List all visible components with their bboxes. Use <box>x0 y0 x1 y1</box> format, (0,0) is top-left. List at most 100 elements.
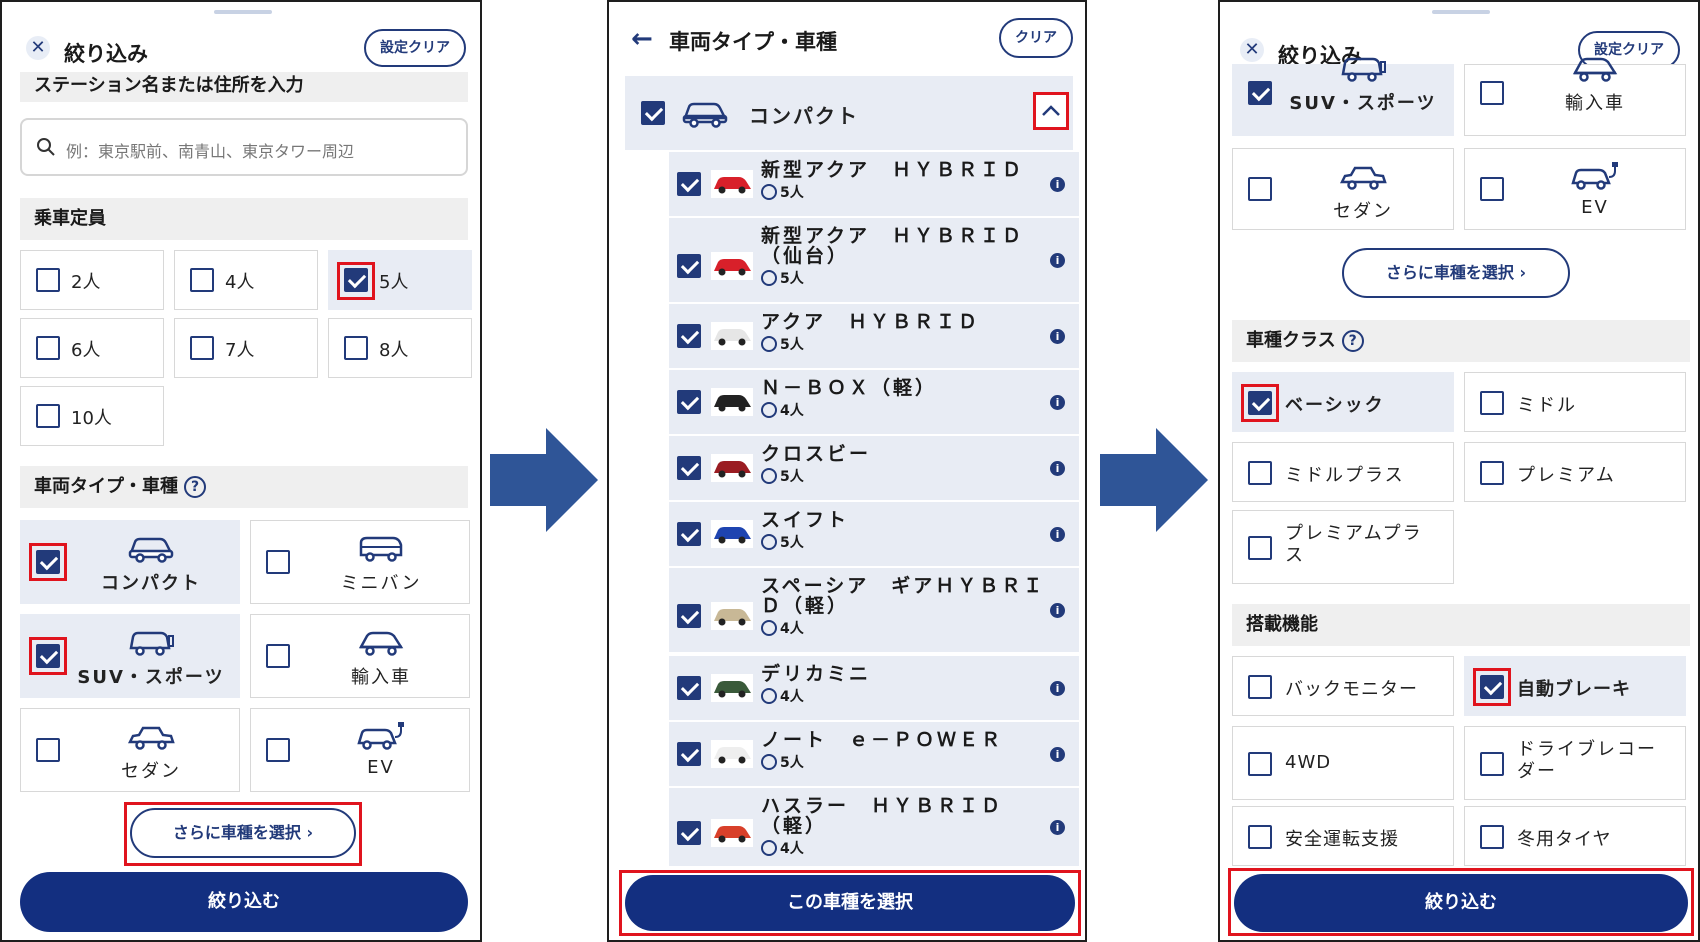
category-header[interactable]: コンパクト <box>625 76 1073 150</box>
clear-button[interactable]: クリア <box>999 18 1073 58</box>
info-icon[interactable]: i <box>1050 253 1065 268</box>
car-list-item[interactable]: スペーシア ギアＨＹＢＲＩ Ｄ（軽） 4人 i <box>669 568 1079 652</box>
category-checkbox[interactable] <box>641 101 665 125</box>
vehicle-type-option[interactable]: SUV・スポーツ <box>20 614 240 698</box>
feature-checkbox[interactable] <box>1248 752 1272 776</box>
feature-option[interactable]: バックモニター <box>1232 656 1454 716</box>
car-checkbox[interactable] <box>677 604 701 628</box>
feature-option[interactable]: 冬用タイヤ <box>1464 806 1686 866</box>
info-icon[interactable]: i <box>1050 681 1065 696</box>
car-checkbox[interactable] <box>677 172 701 196</box>
vehicle-type-option[interactable]: ミニバン <box>250 520 470 604</box>
info-icon[interactable]: i <box>1050 177 1065 192</box>
capacity-option[interactable]: 10人 <box>20 386 164 446</box>
class-checkbox[interactable] <box>1248 536 1272 560</box>
apply-filter-button[interactable]: 絞り込む <box>20 872 468 932</box>
capacity-option[interactable]: 4人 <box>174 250 318 310</box>
car-checkbox[interactable] <box>677 676 701 700</box>
car-list-item[interactable]: Ｎ－ＢＯＸ（軽） 4人 i <box>669 370 1079 434</box>
class-option[interactable]: ベーシック <box>1232 372 1454 432</box>
class-checkbox[interactable] <box>1248 461 1272 485</box>
vehicle-type-checkbox[interactable] <box>1248 81 1272 105</box>
class-checkbox[interactable] <box>1480 391 1504 415</box>
vehicle-type-option[interactable]: セダン <box>1232 148 1454 230</box>
capacity-checkbox[interactable] <box>344 336 368 360</box>
capacity-checkbox[interactable] <box>36 268 60 292</box>
car-checkbox[interactable] <box>677 456 701 480</box>
collapse-chevron-up-icon[interactable] <box>1033 92 1069 130</box>
vehicle-type-checkbox[interactable] <box>266 550 290 574</box>
feature-checkbox[interactable] <box>1480 825 1504 849</box>
feature-checkbox[interactable] <box>1480 752 1504 776</box>
more-vehicle-button[interactable]: さらに車種を選択 › <box>130 808 356 858</box>
select-vehicle-button[interactable]: この車種を選択 <box>625 875 1075 931</box>
class-option[interactable]: プレミアム <box>1464 442 1686 502</box>
vehicle-type-option[interactable]: コンパクト <box>20 520 240 604</box>
feature-option[interactable]: 4WD <box>1232 726 1454 800</box>
class-option[interactable]: ミドル <box>1464 372 1686 432</box>
car-checkbox[interactable] <box>677 742 701 766</box>
vehicle-type-checkbox[interactable] <box>1248 177 1272 201</box>
info-icon[interactable]: i <box>1050 461 1065 476</box>
class-option[interactable]: ミドルプラス <box>1232 442 1454 502</box>
vehicle-type-option[interactable]: EV <box>1464 148 1686 230</box>
car-list-item[interactable]: 新型アクア ＨＹＢＲＩＤ 5人 i <box>669 152 1079 216</box>
feature-option[interactable]: ドライブレコーダー <box>1464 726 1686 800</box>
car-list-item[interactable]: 新型アクア ＨＹＢＲＩＤ （仙台） 5人 i <box>669 218 1079 302</box>
capacity-option[interactable]: 7人 <box>174 318 318 378</box>
back-arrow-icon[interactable]: ← <box>631 24 653 54</box>
capacity-option[interactable]: 5人 <box>328 250 472 310</box>
info-icon[interactable]: i <box>1050 395 1065 410</box>
vehicle-type-option[interactable]: SUV・スポーツ <box>1232 57 1454 136</box>
info-icon[interactable]: i <box>1050 603 1065 618</box>
vehicle-type-checkbox[interactable] <box>1480 81 1504 105</box>
help-icon[interactable]: ? <box>1341 330 1364 352</box>
vehicle-type-checkbox[interactable] <box>36 550 60 574</box>
capacity-option[interactable]: 8人 <box>328 318 472 378</box>
station-search-input[interactable]: 例：東京駅前、南青山、東京タワー周辺 <box>20 118 468 176</box>
capacity-checkbox[interactable] <box>344 268 368 292</box>
drag-handle[interactable] <box>1432 10 1490 14</box>
capacity-checkbox[interactable] <box>190 336 214 360</box>
feature-checkbox[interactable] <box>1480 675 1504 699</box>
feature-option[interactable]: 安全運転支援 <box>1232 806 1454 866</box>
car-list-item[interactable]: デリカミニ 4人 i <box>669 656 1079 720</box>
car-list-item[interactable]: スイフト 5人 i <box>669 502 1079 566</box>
info-icon[interactable]: i <box>1050 527 1065 542</box>
car-list-item[interactable]: ノート ｅ－ＰＯＷＥＲ 5人 i <box>669 722 1079 786</box>
vehicle-type-checkbox[interactable] <box>266 738 290 762</box>
apply-filter-button[interactable]: 絞り込む <box>1234 874 1688 932</box>
car-list-item[interactable]: クロスビー 5人 i <box>669 436 1079 500</box>
vehicle-type-checkbox[interactable] <box>36 738 60 762</box>
vehicle-type-checkbox[interactable] <box>36 644 60 668</box>
vehicle-type-checkbox[interactable] <box>266 644 290 668</box>
vehicle-type-option[interactable]: 輸入車 <box>1464 57 1686 136</box>
more-vehicle-button[interactable]: さらに車種を選択 › <box>1342 248 1570 298</box>
vehicle-type-option[interactable]: セダン <box>20 708 240 792</box>
capacity-checkbox[interactable] <box>36 404 60 428</box>
class-checkbox[interactable] <box>1248 391 1272 415</box>
car-checkbox[interactable] <box>677 390 701 414</box>
feature-checkbox[interactable] <box>1248 675 1272 699</box>
car-checkbox[interactable] <box>677 254 701 278</box>
car-checkbox[interactable] <box>677 324 701 348</box>
vehicle-type-option[interactable]: 輸入車 <box>250 614 470 698</box>
help-icon[interactable]: ? <box>184 476 206 498</box>
close-icon[interactable]: ✕ <box>1240 38 1264 62</box>
info-icon[interactable]: i <box>1050 747 1065 762</box>
clear-settings-button[interactable]: 設定クリア <box>364 29 466 67</box>
car-checkbox[interactable] <box>677 522 701 546</box>
vehicle-type-checkbox[interactable] <box>1480 177 1504 201</box>
info-icon[interactable]: i <box>1050 329 1065 344</box>
capacity-option[interactable]: 2人 <box>20 250 164 310</box>
car-checkbox[interactable] <box>677 821 701 845</box>
class-checkbox[interactable] <box>1480 461 1504 485</box>
feature-option[interactable]: 自動ブレーキ <box>1464 656 1686 716</box>
capacity-option[interactable]: 6人 <box>20 318 164 378</box>
vehicle-type-option[interactable]: EV <box>250 708 470 792</box>
feature-checkbox[interactable] <box>1248 825 1272 849</box>
capacity-checkbox[interactable] <box>36 336 60 360</box>
car-list-item[interactable]: ハスラー ＨＹＢＲＩＤ （軽） 4人 i <box>669 788 1079 866</box>
drag-handle[interactable] <box>214 10 272 14</box>
close-icon[interactable]: ✕ <box>26 36 50 60</box>
